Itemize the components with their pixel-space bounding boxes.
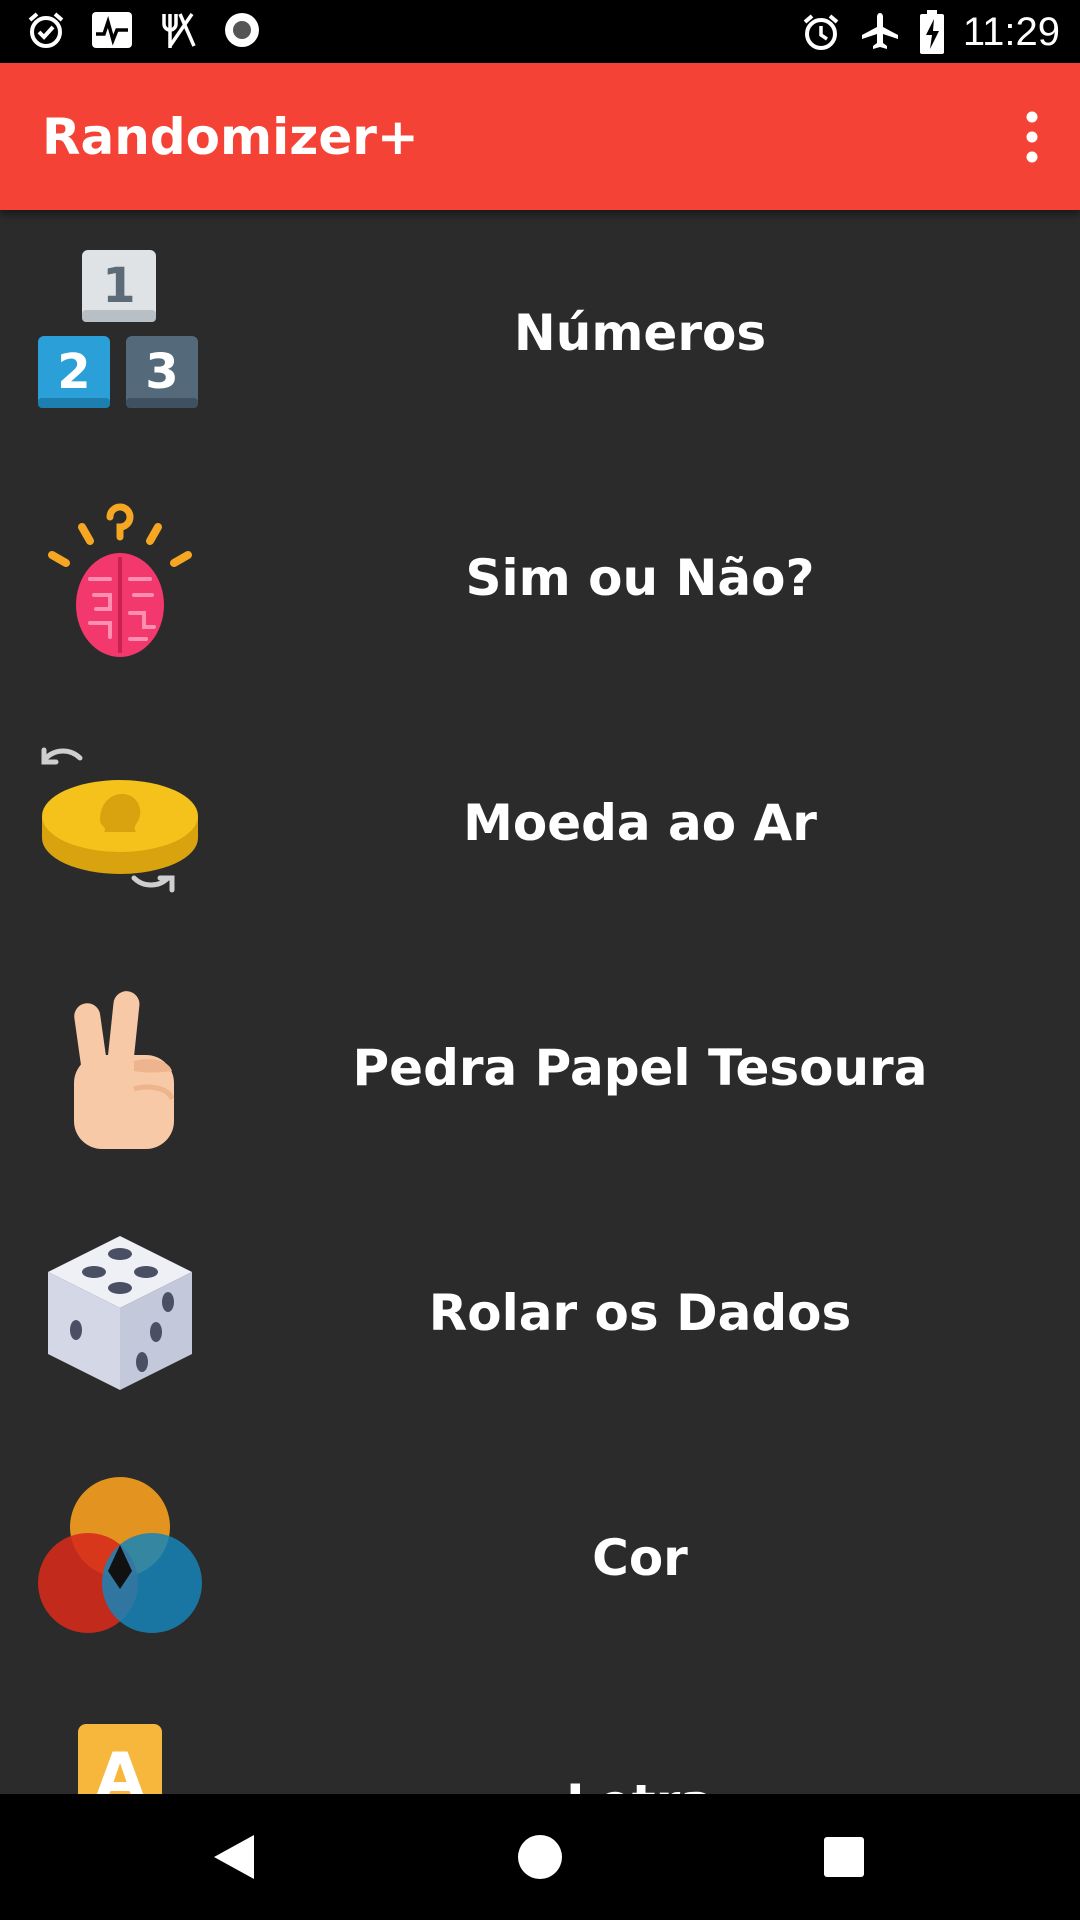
battery-charging-icon (919, 10, 944, 54)
restaurant-icon (162, 13, 196, 48)
numbers-123-icon: 1 2 3 (38, 250, 198, 408)
alarm-check-icon (28, 12, 64, 48)
alarm-icon (803, 14, 839, 50)
recents-icon[interactable] (814, 1827, 874, 1887)
menu-item-numeros[interactable]: 1 2 3 Números (0, 210, 1080, 455)
status-bar: 11:29 (0, 0, 1080, 63)
letter-a-icon: A (78, 1724, 162, 1794)
app-bar: Randomizer+ (0, 63, 1080, 210)
status-system-icons: 11:29 (801, 8, 1060, 56)
menu-item-label: Letra (200, 1680, 1080, 1795)
randomizer-menu-list: 1 2 3 Números Sim ou Não? Moeda ao Ar Pe… (0, 210, 1080, 1794)
activity-monitor-icon (92, 12, 132, 48)
menu-item-label: Pedra Papel Tesoura (352, 1038, 928, 1097)
menu-item-letra[interactable]: A Letra (0, 1680, 1080, 1794)
back-icon[interactable] (206, 1827, 266, 1887)
menu-item-pedra-papel-tesoura[interactable]: Pedra Papel Tesoura (0, 945, 1080, 1190)
svg-text:1: 1 (102, 258, 135, 314)
victory-hand-icon (74, 991, 175, 1149)
airplane-mode-icon (861, 13, 898, 49)
svg-text:A: A (94, 1739, 145, 1794)
menu-item-label: Moeda ao Ar (463, 793, 817, 852)
svg-text:2: 2 (57, 344, 90, 400)
menu-item-label: Números (513, 303, 767, 362)
brain-icon (48, 503, 192, 657)
menu-item-sim-ou-nao[interactable]: Sim ou Não? (0, 455, 1080, 700)
navigation-bar (0, 1794, 1080, 1920)
status-time: 11:29 (962, 10, 1060, 54)
dice-icon (48, 1236, 192, 1390)
coin-flip-icon (41, 747, 198, 893)
menu-item-label: Sim ou Não? (465, 548, 815, 607)
menu-item-cor[interactable]: Cor (0, 1435, 1080, 1680)
status-notification-icons (26, 10, 262, 50)
more-vert-icon[interactable] (1012, 107, 1052, 167)
svg-text:3: 3 (145, 344, 178, 400)
home-icon[interactable] (510, 1827, 570, 1887)
menu-item-moeda-ao-ar[interactable]: Moeda ao Ar (0, 700, 1080, 945)
record-icon (225, 13, 259, 47)
app-title: Randomizer+ (42, 108, 419, 166)
color-circles-icon (38, 1477, 202, 1633)
menu-item-label: Cor (592, 1528, 688, 1587)
menu-item-rolar-os-dados[interactable]: Rolar os Dados (0, 1190, 1080, 1435)
menu-item-label: Rolar os Dados (428, 1283, 852, 1342)
